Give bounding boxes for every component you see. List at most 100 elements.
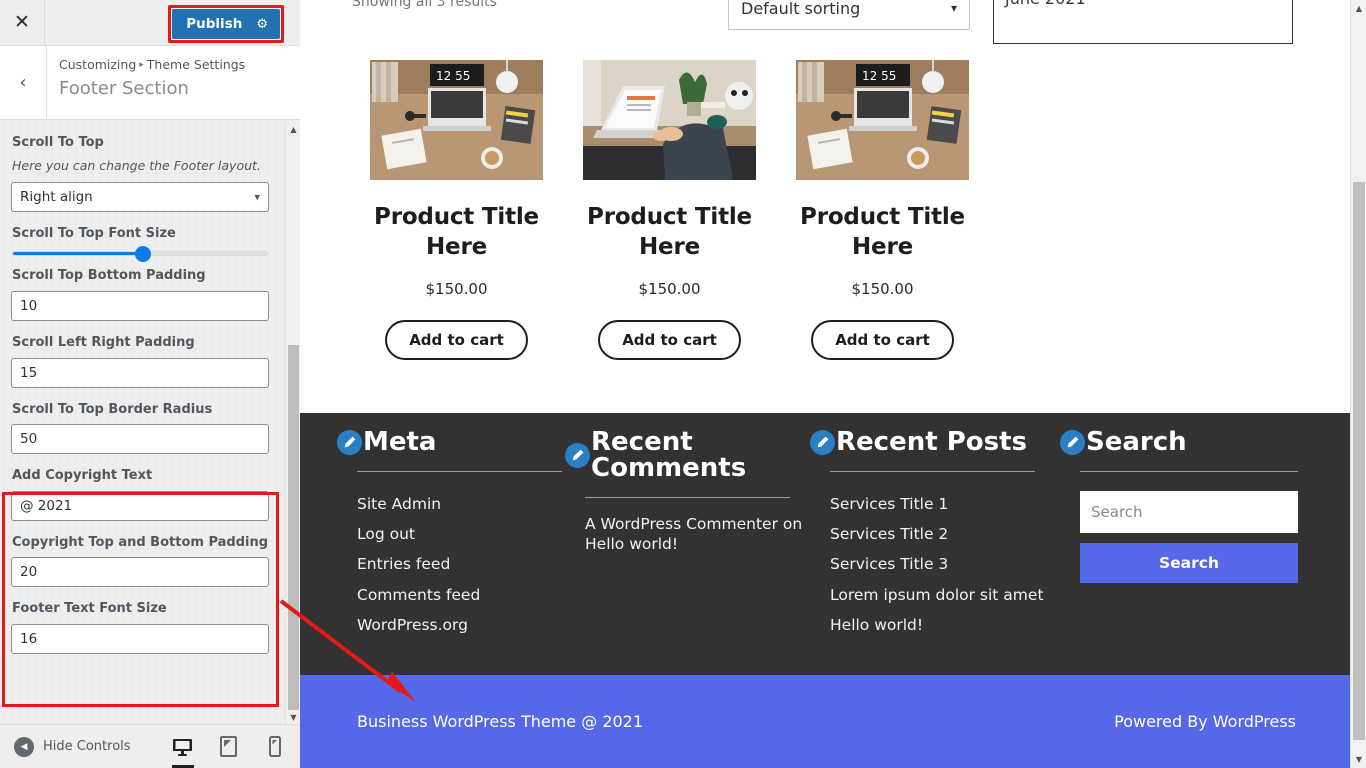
product-price: $150.00: [638, 279, 701, 298]
close-customizer-button[interactable]: ✕: [0, 0, 45, 45]
device-desktop-button[interactable]: [171, 731, 195, 768]
edit-pencil-icon[interactable]: [1060, 429, 1085, 455]
control-scroll-top-bottom-padding: Scroll Top Bottom Padding 10: [11, 268, 281, 322]
add-to-cart-button[interactable]: Add to cart: [598, 319, 741, 360]
footer-widget-area: Meta Site Admin Log out Entries feed Com…: [300, 413, 1350, 675]
widget-title-row: Recent Comments: [565, 429, 810, 481]
person-typing-photo: [583, 60, 756, 180]
scroll-to-top-font-size-slider[interactable]: [12, 245, 268, 262]
preview-scrollbar[interactable]: ▲ ▼: [1350, 0, 1366, 768]
scroll-left-right-padding-input[interactable]: 15: [11, 357, 269, 388]
widget-divider: [1080, 471, 1298, 472]
copyright-top-bottom-padding-input[interactable]: 20: [11, 557, 269, 588]
footer-text-font-size-input[interactable]: 16: [11, 624, 269, 654]
chevron-down-icon: ▾: [950, 1, 957, 15]
scroll-up-icon[interactable]: ▲: [286, 121, 301, 137]
meta-links-list: Site Admin Log out Entries feed Comments…: [357, 489, 565, 640]
list-item[interactable]: WordPress.org: [357, 610, 565, 640]
list-item[interactable]: Comments feed: [357, 580, 565, 610]
control-add-copyright-text: Add Copyright Text @ 2021: [11, 468, 281, 521]
customizer-sidebar: ✕ Publish ⚙ ‹ Customizing ▸ Theme Settings…: [0, 0, 300, 768]
widget-title-row: Recent Posts: [810, 429, 1060, 455]
product-price: $150.00: [851, 279, 914, 298]
add-copyright-text-input[interactable]: @ 2021: [11, 490, 269, 521]
svg-text:12 55: 12 55: [862, 69, 896, 83]
panel-header: ‹ Customizing ▸ Theme Settings Footer Sect…: [0, 46, 300, 120]
product-title[interactable]: Product Title Here: [563, 202, 776, 263]
product-title[interactable]: Product Title Here: [350, 202, 563, 263]
control-label: Scroll To Top: [12, 135, 104, 150]
widget-divider: [357, 471, 562, 472]
product-image[interactable]: 12 55: [370, 60, 543, 180]
publish-button[interactable]: Publish ⚙: [172, 9, 280, 39]
mobile-icon: [268, 736, 281, 757]
add-to-cart-button[interactable]: Add to cart: [811, 319, 954, 360]
control-scroll-left-right-padding: Scroll Left Right Padding 15: [11, 335, 281, 388]
footer-widget-search: Search Search Search: [1060, 429, 1305, 640]
list-item[interactable]: Entries feed: [357, 549, 565, 579]
sidebar-scrollbar[interactable]: ▲ ▼: [285, 121, 300, 725]
list-item[interactable]: Hello world!: [830, 610, 1060, 640]
footer-search-input[interactable]: Search: [1080, 491, 1298, 533]
widget-divider: [830, 471, 1035, 472]
control-scroll-to-top: Scroll To Top Here you can change the Fo…: [11, 135, 281, 212]
widget-title-row: Meta: [337, 429, 565, 455]
device-tablet-button[interactable]: [217, 731, 241, 763]
scroll-down-icon[interactable]: ▼: [286, 709, 301, 725]
hide-controls-button[interactable]: ◀ Hide Controls: [0, 736, 131, 757]
widget-title: Meta: [363, 427, 437, 457]
recent-comment-item[interactable]: A WordPress Commenter on Hello world!: [585, 515, 805, 555]
scroll-up-icon[interactable]: ▲: [1351, 0, 1366, 17]
widget-title-row: Search: [1060, 429, 1305, 455]
page-title: Footer Section: [59, 77, 189, 99]
results-count: Showing all 3 results: [352, 0, 497, 10]
device-preview-buttons: [171, 731, 287, 768]
input-value: 10: [20, 298, 38, 315]
slider-thumb[interactable]: [134, 245, 151, 262]
add-to-cart-button[interactable]: Add to cart: [385, 319, 528, 360]
list-item[interactable]: Lorem ipsum dolor sit amet: [830, 580, 1060, 610]
control-scroll-to-top-font-size: Scroll To Top Font Size: [11, 226, 281, 262]
archive-item[interactable]: June 2021: [1005, 0, 1086, 8]
sidebar-scrollbar-thumb[interactable]: [288, 345, 299, 710]
device-mobile-button[interactable]: [263, 731, 287, 763]
list-item[interactable]: Services Title 2: [830, 519, 1060, 549]
footer-widget-recent-posts: Recent Posts Services Title 1 Services T…: [810, 429, 1060, 640]
list-item[interactable]: Services Title 3: [830, 549, 1060, 579]
list-item[interactable]: Site Admin: [357, 489, 565, 519]
theme-preview: Showing all 3 results Default sorting ▾ …: [300, 0, 1350, 768]
footer-widget-meta: Meta Site Admin Log out Entries feed Com…: [300, 429, 565, 640]
input-value: 15: [20, 364, 38, 381]
list-item[interactable]: Services Title 1: [830, 489, 1060, 519]
breadcrumb-parent[interactable]: Theme Settings: [147, 57, 245, 72]
scroll-to-top-align-select[interactable]: Right align ▾: [11, 181, 269, 212]
product-title[interactable]: Product Title Here: [776, 202, 989, 263]
scroll-down-icon[interactable]: ▼: [1351, 751, 1366, 768]
edit-pencil-icon[interactable]: [810, 429, 835, 455]
powered-by-text: Powered By WordPress: [1114, 712, 1296, 731]
customizer-header: ✕ Publish ⚙: [0, 0, 300, 46]
list-item[interactable]: Log out: [357, 519, 565, 549]
scroll-to-top-border-radius-input[interactable]: 50: [11, 424, 269, 455]
breadcrumb: Customizing ▸ Theme Settings: [59, 56, 245, 75]
close-icon: ✕: [14, 11, 30, 33]
back-button[interactable]: ‹: [0, 46, 47, 119]
breadcrumb-root[interactable]: Customizing: [59, 57, 136, 72]
product-image[interactable]: 12 55: [796, 60, 969, 180]
gear-icon[interactable]: ⚙: [256, 18, 268, 31]
footer-search-button[interactable]: Search: [1080, 543, 1298, 583]
edit-pencil-icon[interactable]: [565, 442, 590, 468]
product-image[interactable]: [583, 60, 756, 180]
sorting-select[interactable]: Default sorting ▾: [728, 0, 970, 30]
hide-controls-label: Hide Controls: [43, 739, 131, 754]
widget-title: Recent Comments: [591, 427, 747, 483]
control-label: Scroll Left Right Padding: [12, 335, 195, 351]
preview-scrollbar-thumb[interactable]: [1353, 182, 1365, 740]
control-label: Copyright Top and Bottom Padding: [12, 534, 269, 550]
publish-button-label: Publish: [186, 16, 243, 32]
copyright-bar: Business WordPress Theme @ 2021 Powered …: [300, 675, 1350, 768]
desktop-icon: [173, 738, 193, 756]
svg-text:12 55: 12 55: [436, 69, 470, 83]
scroll-top-bottom-padding-input[interactable]: 10: [11, 291, 269, 322]
edit-pencil-icon[interactable]: [337, 429, 362, 455]
